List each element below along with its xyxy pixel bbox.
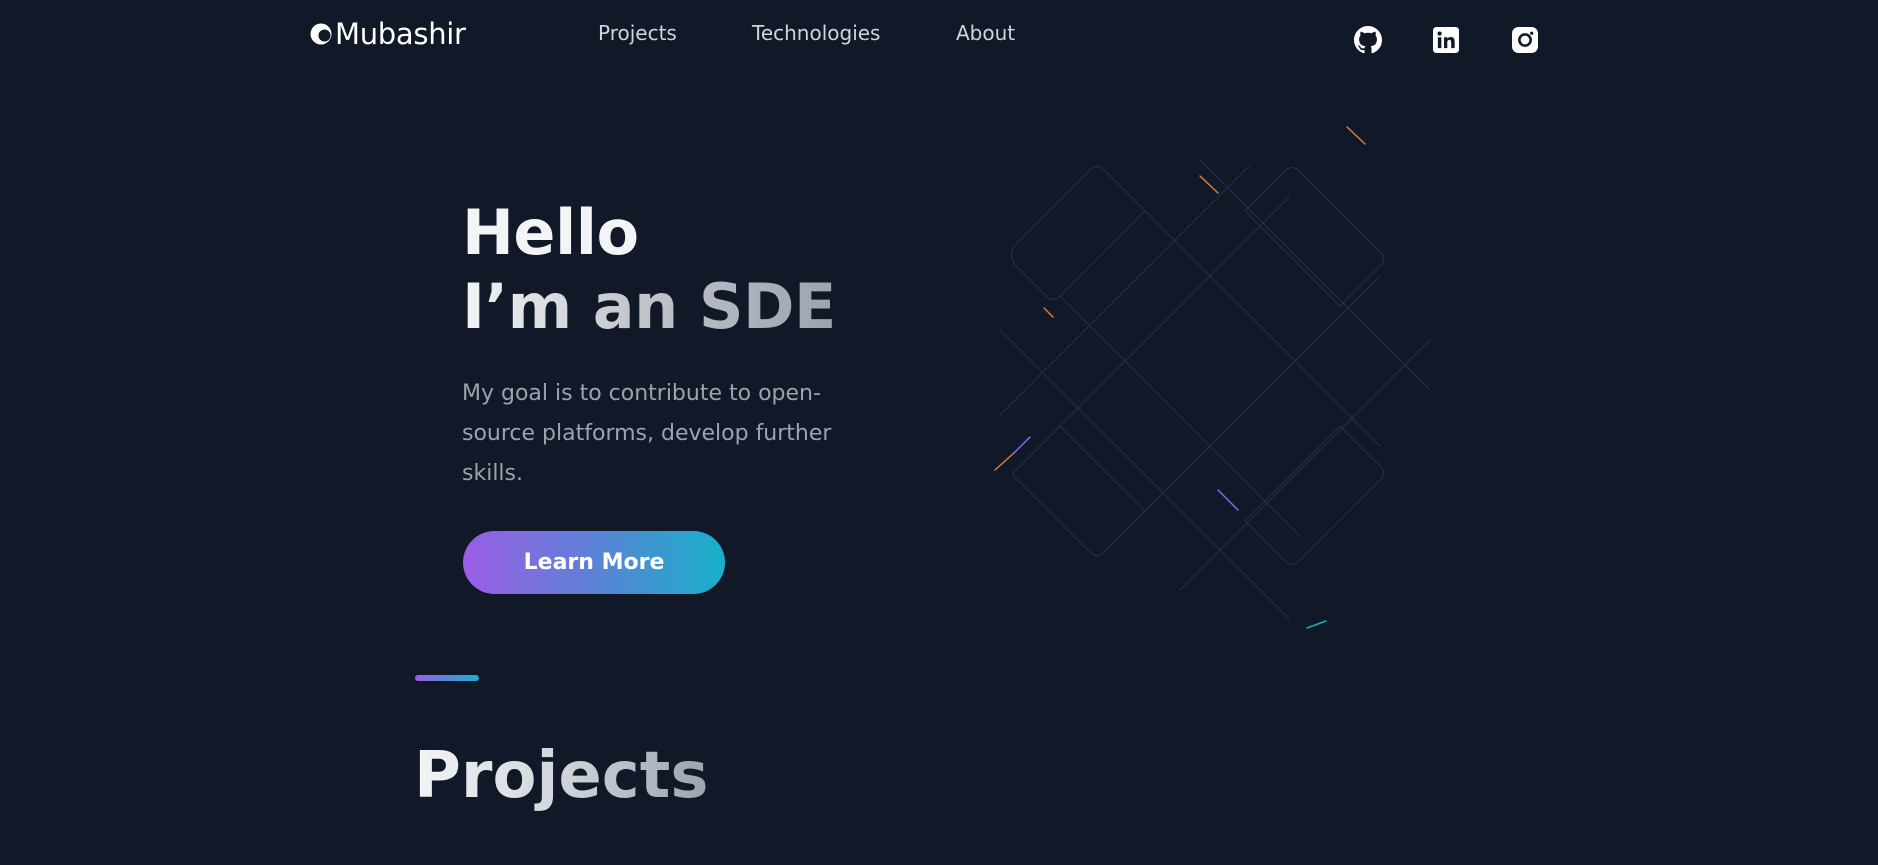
- instagram-icon: [1512, 27, 1538, 53]
- grid-tile: [1244, 425, 1384, 565]
- hero-greeting: Hello: [462, 196, 639, 269]
- grid-line: [1059, 195, 1291, 427]
- decorative-grid-graphic: [994, 126, 1430, 629]
- instagram-link[interactable]: [1510, 25, 1540, 55]
- grid-line: [1179, 339, 1430, 591]
- grid-line: [999, 164, 1251, 416]
- grid-line: [1059, 295, 1301, 537]
- grid-line: [1144, 275, 1381, 512]
- logo-mark-icon: [310, 23, 332, 45]
- grid-line: [999, 329, 1291, 621]
- github-link[interactable]: [1353, 25, 1383, 55]
- logo-link[interactable]: Mubashir: [309, 14, 466, 54]
- nav-link-technologies[interactable]: Technologies: [752, 20, 880, 46]
- projects-section-title: Projects: [414, 739, 709, 813]
- accent-spark: [1217, 489, 1239, 511]
- accent-spark: [1306, 620, 1327, 629]
- accent-spark: [1014, 436, 1031, 453]
- logo-text: Mubashir: [335, 17, 466, 51]
- site-header: Mubashir Projects Technologies About: [0, 0, 1878, 68]
- page: Mubashir Projects Technologies About Hel…: [0, 0, 1878, 865]
- learn-more-button[interactable]: Learn More: [463, 531, 725, 594]
- linkedin-link[interactable]: [1431, 25, 1461, 55]
- linkedin-icon: [1433, 27, 1459, 53]
- grid-line: [1199, 159, 1430, 391]
- grid-line: [1144, 210, 1381, 447]
- grid-tile: [1244, 167, 1384, 307]
- hero-role: I’m an SDE: [462, 270, 836, 343]
- github-icon: [1354, 26, 1382, 54]
- accent-spark: [1043, 307, 1054, 318]
- accent-spark: [1346, 126, 1366, 145]
- accent-spark: [1199, 175, 1219, 194]
- nav-link-about[interactable]: About: [956, 20, 1015, 46]
- section-divider-bar: [415, 675, 479, 681]
- grid-tile: [1012, 425, 1146, 556]
- hero-description: My goal is to contribute to open-source …: [462, 381, 832, 486]
- nav-link-projects[interactable]: Projects: [598, 20, 677, 46]
- hero-title: Hello I’m an SDE: [462, 196, 836, 344]
- grid-tile: [1011, 166, 1146, 300]
- accent-spark: [994, 451, 1016, 471]
